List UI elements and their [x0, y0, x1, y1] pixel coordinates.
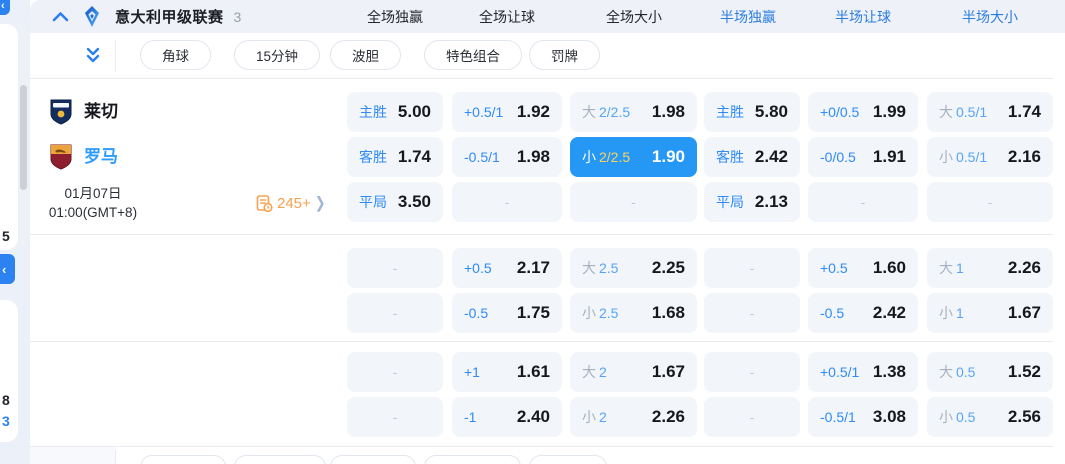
match-time: 01:00(GMT+8): [48, 205, 138, 220]
odds-cell-empty: -: [347, 248, 443, 288]
sidebar-text-fragment: 5: [2, 228, 10, 244]
next-section-filter-pill-cutoff[interactable]: [140, 455, 226, 464]
odds-cell[interactable]: +0.5/1 1.38: [808, 352, 918, 392]
odds-cell[interactable]: +0.5 2.17: [452, 248, 562, 288]
next-league-section-cutoff: [30, 447, 1065, 464]
away-team-badge-roma: [50, 144, 72, 170]
more-markets-count: 245+: [277, 194, 311, 212]
scrollbar-thumb[interactable]: [20, 85, 27, 190]
home-team-name: 莱切: [84, 102, 118, 121]
more-markets-link[interactable]: 245+ ❯: [256, 192, 326, 214]
odds-cell[interactable]: 大 1 2.26: [927, 248, 1053, 288]
filter-row-divider: [115, 40, 116, 72]
filter-pill-4[interactable]: 特色组合: [424, 40, 522, 70]
filter-pill-2[interactable]: 15分钟: [234, 40, 321, 70]
next-filter-row-divider: [115, 450, 116, 464]
home-team-badge-lecce: [50, 99, 72, 125]
odds-cell[interactable]: -0.5/1 1.98: [452, 137, 562, 177]
odds-cell-empty: -: [347, 293, 443, 333]
odds-cell[interactable]: 小 2/2.5 1.90: [570, 137, 697, 177]
odds-cell-empty: -: [704, 397, 800, 437]
filter-pill-3[interactable]: 波胆: [330, 40, 401, 70]
odds-cell[interactable]: 大 0.5/1 1.74: [927, 92, 1053, 132]
odds-cell[interactable]: 主胜 5.80: [704, 92, 800, 132]
odds-cell-empty: -: [927, 182, 1053, 222]
market-column-header[interactable]: 全场大小: [569, 0, 699, 33]
league-header-bar: 意大利甲级联赛 3 全场独赢 全场让球 全场大小 半场独赢 半场让球 半场大小: [30, 0, 1065, 33]
odds-cell[interactable]: -0.5 2.42: [808, 293, 918, 333]
odds-cell[interactable]: -0.5/1 3.08: [808, 397, 918, 437]
odds-cell[interactable]: +0.5/1 1.92: [452, 92, 562, 132]
odds-cell[interactable]: 客胜 1.74: [347, 137, 443, 177]
odds-cell[interactable]: 小 0.5/1 2.16: [927, 137, 1053, 177]
odds-cell-empty: -: [347, 397, 443, 437]
odds-cell[interactable]: 平局 2.13: [704, 182, 800, 222]
odds-cell[interactable]: 平局 3.50: [347, 182, 443, 222]
odds-cell[interactable]: -1 2.40: [452, 397, 562, 437]
odds-cell[interactable]: 大 2 1.67: [570, 352, 697, 392]
odds-cell[interactable]: 小 0.5 2.56: [927, 397, 1053, 437]
odds-cell[interactable]: 大 2.5 2.25: [570, 248, 697, 288]
sidebar-collapse-button[interactable]: ‹: [0, 254, 15, 284]
sidebar-collapse-button-top[interactable]: ‹: [0, 0, 10, 15]
odds-cell[interactable]: -0/0.5 1.91: [808, 137, 918, 177]
next-section-filter-pill-cutoff[interactable]: [424, 455, 521, 464]
odds-cell[interactable]: 小 1 1.67: [927, 293, 1053, 333]
section-divider: [30, 78, 1053, 79]
odds-cell-empty: -: [570, 182, 697, 222]
chevron-right-icon: ❯: [314, 193, 326, 212]
odds-cell-empty: -: [808, 182, 918, 222]
sidebar-text-fragment: 3: [2, 413, 10, 429]
match-date: 01月07日: [64, 186, 122, 201]
next-section-filter-pill-cutoff[interactable]: [330, 455, 416, 464]
filter-pill-1[interactable]: 角球: [140, 40, 211, 70]
collapse-chevron-up-icon[interactable]: [52, 11, 69, 22]
odds-cell[interactable]: 大 0.5 1.52: [927, 352, 1053, 392]
odds-cell[interactable]: 小 2 2.26: [570, 397, 697, 437]
next-section-filter-pill-cutoff[interactable]: [529, 455, 607, 464]
left-sidebar-cutoff: ‹ 5 ‹ 8 3: [0, 0, 30, 464]
match-datetime: 01月07日 01:00(GMT+8): [32, 184, 154, 222]
serie-a-league-logo-icon: [83, 5, 101, 28]
market-column-header[interactable]: 全场让球: [442, 0, 572, 33]
sidebar-text-fragment: 8: [2, 392, 10, 408]
odds-cell-empty: -: [704, 293, 800, 333]
market-column-header[interactable]: 半场大小: [925, 0, 1055, 33]
odds-cell-empty: -: [704, 248, 800, 288]
odds-cell-empty: -: [452, 182, 562, 222]
odds-cell[interactable]: +0/0.5 1.99: [808, 92, 918, 132]
market-filter-row: 角球 15分钟 波胆 特色组合 罚牌: [30, 33, 1065, 78]
odds-cell[interactable]: 大 2/2.5 1.98: [570, 92, 697, 132]
odds-cell[interactable]: +0.5 1.60: [808, 248, 918, 288]
league-odds-card: 意大利甲级联赛 3 全场独赢 全场让球 全场大小 半场独赢 半场让球 半场大小 角球 15分…: [30, 0, 1065, 464]
market-column-header[interactable]: 半场独赢: [683, 0, 813, 33]
next-section-filter-pill-cutoff[interactable]: [234, 455, 326, 464]
market-column-header[interactable]: 半场让球: [798, 0, 928, 33]
odds-cell[interactable]: 小 2.5 1.68: [570, 293, 697, 333]
next-section-left-zone: [30, 447, 115, 464]
odds-cell[interactable]: -0.5 1.75: [452, 293, 562, 333]
filter-pill-5[interactable]: 罚牌: [529, 40, 600, 70]
league-match-count: 3: [233, 8, 242, 25]
odds-cell-empty: -: [704, 352, 800, 392]
sidebar-card-fragment: [0, 24, 18, 250]
league-title: 意大利甲级联赛: [115, 9, 224, 26]
odds-cell[interactable]: 客胜 2.42: [704, 137, 800, 177]
away-team-name[interactable]: 罗马: [84, 145, 118, 169]
market-column-header[interactable]: 全场独赢: [330, 0, 460, 33]
odds-cell[interactable]: +1 1.61: [452, 352, 562, 392]
odds-cell-empty: -: [347, 352, 443, 392]
expand-more-double-chevron-icon[interactable]: [84, 47, 102, 64]
section-divider: [30, 234, 1053, 235]
section-divider: [30, 341, 1053, 342]
markets-document-clock-icon: [256, 194, 273, 212]
odds-cell[interactable]: 主胜 5.00: [347, 92, 443, 132]
